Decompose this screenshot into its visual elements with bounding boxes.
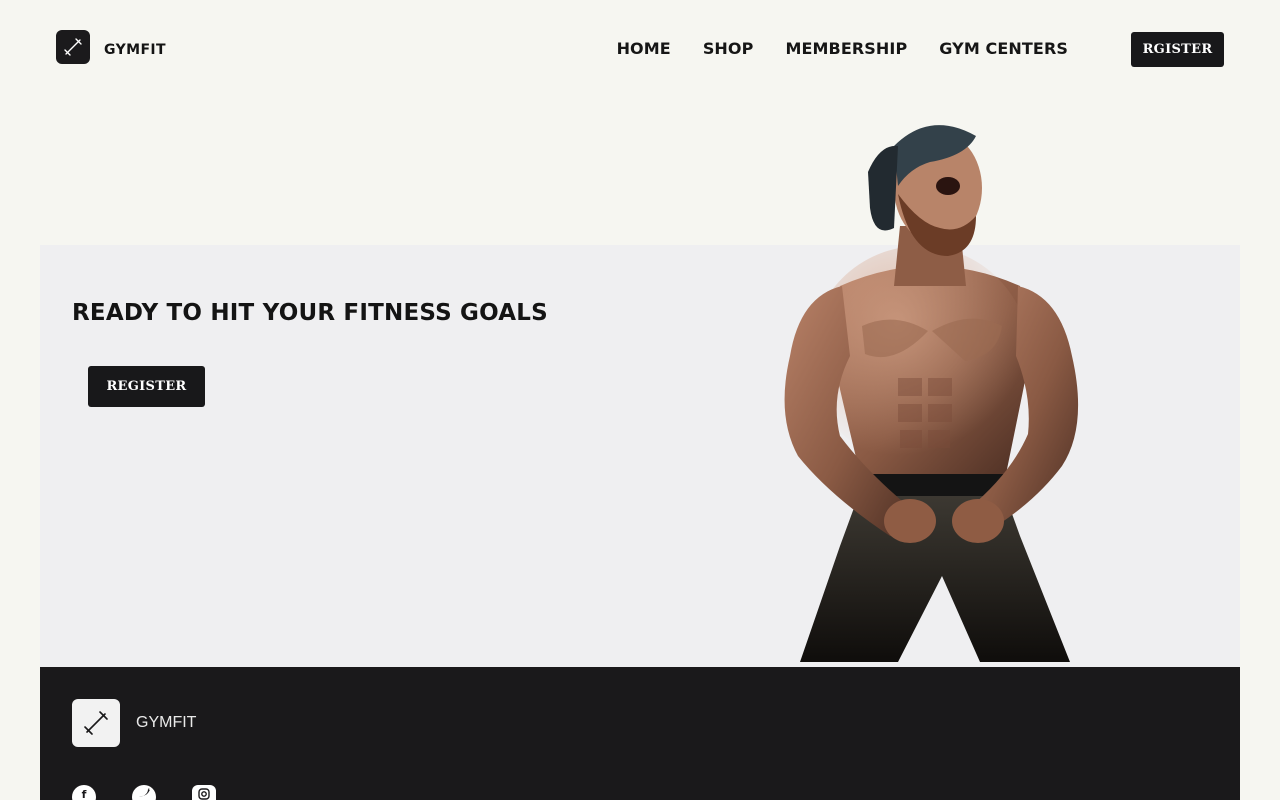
nav-shop[interactable]: SHOP bbox=[703, 39, 754, 58]
social-links: f bbox=[72, 785, 252, 800]
site-header: GYMFIT HOME SHOP MEMBERSHIP GYM CENTERS … bbox=[0, 0, 1280, 100]
footer-brand-name: GYMFIT bbox=[136, 714, 197, 731]
nav-home[interactable]: HOME bbox=[617, 39, 671, 58]
dumbbell-icon bbox=[72, 699, 120, 747]
instagram-icon[interactable] bbox=[192, 785, 216, 800]
header-register-button[interactable]: RGISTER bbox=[1131, 32, 1224, 67]
site-footer: GYMFIT f bbox=[40, 667, 1240, 800]
brand-name: GYMFIT bbox=[104, 42, 166, 58]
hero-title: READY TO HIT YOUR FITNESS GOALS bbox=[72, 300, 548, 326]
nav-membership[interactable]: MEMBERSHIP bbox=[785, 39, 907, 58]
main-nav: HOME SHOP MEMBERSHIP GYM CENTERS bbox=[617, 39, 1068, 58]
footer-brand[interactable]: GYMFIT bbox=[72, 699, 196, 747]
twitter-icon[interactable] bbox=[132, 785, 156, 800]
athlete-image bbox=[784, 125, 1079, 662]
nav-gym-centers[interactable]: GYM CENTERS bbox=[939, 39, 1068, 58]
hero-register-button[interactable]: REGISTER bbox=[88, 366, 205, 407]
facebook-icon[interactable]: f bbox=[72, 785, 96, 800]
dumbbell-icon bbox=[56, 30, 90, 64]
brand-logo-link[interactable]: GYMFIT bbox=[56, 30, 166, 64]
